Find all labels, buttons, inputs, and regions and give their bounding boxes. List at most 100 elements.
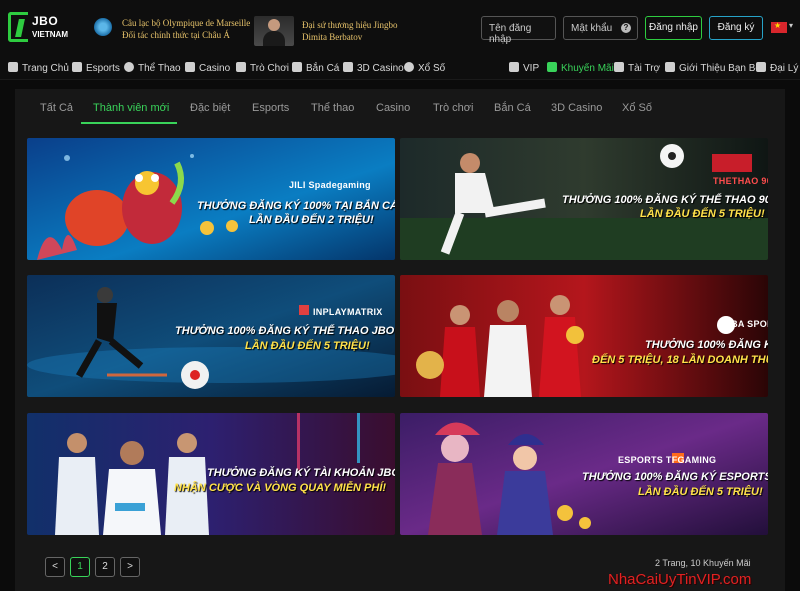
promo1-line1: THƯỞNG ĐĂNG KÝ 100% TẠI BẮN CÁ: [197, 200, 395, 212]
diamond-icon: [509, 62, 519, 72]
cube-icon: [343, 62, 353, 72]
promo4-line2: ĐẾN 5 TRIỆU, 18 LẦN DOANH THU: [592, 354, 768, 366]
tab-special[interactable]: Đặc biệt: [190, 102, 230, 114]
nav-lottery[interactable]: Xổ Số: [404, 62, 445, 74]
nav-fishing[interactable]: Bắn Cá: [292, 62, 339, 74]
partner-marseille[interactable]: Câu lạc bộ Olympique de Marseille Đối tá…: [92, 16, 250, 42]
promo2-brand: THETHAO 90: [713, 176, 768, 186]
tab-new-members[interactable]: Thành viên mới: [93, 102, 169, 114]
cards-icon: [185, 62, 195, 72]
ambassador-photo: [254, 16, 294, 46]
promo1-line2: LẦN ĐẦU ĐẾN 2 TRIỆU!: [249, 214, 374, 226]
chevron-down-icon[interactable]: ▾: [789, 21, 793, 30]
nav-esports-label: Esports: [86, 63, 120, 74]
nav-fishing-label: Bắn Cá: [306, 63, 340, 74]
vietnam-flag-icon[interactable]: [771, 21, 787, 33]
slot-machine-icon: [236, 62, 246, 72]
nav-promo-label: Khuyến Mãi: [561, 63, 614, 74]
password-help-icon[interactable]: ?: [621, 23, 631, 33]
password-placeholder: Mật khẩu: [571, 23, 613, 34]
site-watermark: NhaCaiUyTinVIP.com: [608, 571, 752, 588]
promo3-line2: LẦN ĐẦU ĐẾN 5 TRIỆU!: [245, 340, 370, 352]
nav-referral-label: Giới Thiệu Bạn Bè: [679, 63, 761, 74]
nav-sponsor-label: Tài Trợ: [628, 63, 661, 74]
nav-casino[interactable]: Casino: [185, 62, 230, 74]
tab-fishing[interactable]: Bắn Cá: [494, 102, 531, 114]
promo4-line1: THƯỞNG 100% ĐĂNG KÝ: [645, 339, 768, 351]
nav-promo[interactable]: Khuyến Mãi: [547, 62, 614, 74]
promo5-line1: THƯỞNG ĐĂNG KÝ TÀI KHOẢN JBO: [207, 467, 395, 479]
pagination-prev-button[interactable]: <: [45, 557, 65, 577]
logo-text: JBO: [32, 14, 59, 28]
promo6-brand: ESPORTS TFGAMING: [618, 455, 717, 465]
nav-agent-label: Đại Lý: [770, 63, 799, 74]
nav-lottery-label: Xổ Số: [418, 63, 446, 74]
promo-banner-fishing-art: [27, 138, 395, 260]
promo-card-inplaymatrix[interactable]: INPLAYMATRIX THƯỞNG 100% ĐĂNG KÝ THỂ THA…: [27, 275, 395, 397]
promo-card-thethao90[interactable]: THETHAO 90 THƯỞNG 100% ĐĂNG KÝ THỂ THAO …: [400, 138, 768, 260]
jbo-logo[interactable]: JBO VIETNAM: [8, 12, 68, 46]
nav-casino-label: Casino: [199, 63, 231, 74]
nav-sponsor[interactable]: Tài Trợ: [614, 62, 660, 74]
pagination-summary: 2 Trang, 10 Khuyến Mãi: [655, 558, 751, 568]
nav-games-label: Trò Chơi: [250, 63, 289, 74]
pagination-page-2[interactable]: 2: [95, 557, 115, 577]
nav-casino3d-label: 3D Casino: [357, 63, 404, 74]
tab-casino3d[interactable]: 3D Casino: [551, 102, 602, 114]
marseille-crest-icon: [92, 16, 114, 42]
nav-esports[interactable]: Esports: [72, 62, 120, 74]
active-tab-indicator: [81, 122, 177, 124]
home-icon: [8, 62, 18, 72]
nav-vip[interactable]: VIP: [509, 62, 539, 74]
gift-icon: [547, 62, 557, 72]
main-nav: Trang Chủ Esports Thể Thao Casino Trò Ch…: [0, 56, 800, 80]
nav-sports[interactable]: Thể Thao: [124, 62, 181, 74]
promo6-line2: LẦN ĐẦU ĐẾN 5 TRIỆU!: [638, 486, 763, 498]
tab-esports[interactable]: Esports: [252, 102, 289, 114]
login-button[interactable]: Đăng nhập: [645, 16, 702, 40]
gamepad-icon: [72, 62, 82, 72]
nav-agent[interactable]: Đại Lý: [756, 62, 798, 74]
nav-referral[interactable]: Giới Thiệu Bạn Bè: [665, 62, 761, 74]
promo-card-esports[interactable]: ESPORTS TFGAMING THƯỞNG 100% ĐĂNG KÝ ESP…: [400, 413, 768, 535]
promo3-line1: THƯỞNG 100% ĐĂNG KÝ THỂ THAO JBO: [175, 325, 395, 337]
promo-banner-saba-art: [400, 275, 768, 397]
logo-subtext: VIETNAM: [32, 30, 68, 39]
nav-home-label: Trang Chủ: [22, 63, 69, 74]
promo-card-jbo-account[interactable]: THƯỞNG ĐĂNG KÝ TÀI KHOẢN JBO NHẬN CƯỢC V…: [27, 413, 395, 535]
promo-card-fishing[interactable]: JILI Spadegaming THƯỞNG ĐĂNG KÝ 100% TẠI…: [27, 138, 395, 260]
nav-games[interactable]: Trò Chơi: [236, 62, 289, 74]
username-input[interactable]: Tên đăng nhập: [481, 16, 556, 45]
top-header: JBO VIETNAM Câu lạc bộ Olympique de Mars…: [0, 0, 800, 56]
promo3-brand: INPLAYMATRIX: [313, 307, 383, 317]
tab-all[interactable]: Tất Cả: [40, 102, 73, 114]
summary-count: 10 Khuyến Mãi: [690, 558, 751, 568]
username-placeholder: Tên đăng nhập: [489, 23, 532, 45]
agent-icon: [756, 62, 766, 72]
jbo-logo-mark-icon: [8, 12, 28, 42]
promo1-brand: JILI Spadegaming: [289, 180, 371, 190]
password-input[interactable]: Mật khẩu ?: [563, 16, 638, 40]
trophy-icon: [614, 62, 624, 72]
tab-sports[interactable]: Thể thao: [311, 102, 354, 114]
lottery-ball-icon: [404, 62, 414, 72]
nav-home[interactable]: Trang Chủ: [8, 62, 69, 74]
promo-card-saba[interactable]: SABA SPORTS THƯỞNG 100% ĐĂNG KÝ ĐẾN 5 TR…: [400, 275, 768, 397]
pagination-next-button[interactable]: >: [120, 557, 140, 577]
nav-sports-label: Thể Thao: [138, 63, 181, 74]
nav-casino3d[interactable]: 3D Casino: [343, 62, 404, 74]
tab-casino[interactable]: Casino: [376, 102, 410, 114]
pagination-page-1[interactable]: 1: [70, 557, 90, 577]
promo2-line1: THƯỞNG 100% ĐĂNG KÝ THỂ THAO 90: [562, 194, 768, 206]
soccer-ball-icon: [124, 62, 134, 72]
promo6-line1: THƯỞNG 100% ĐĂNG KÝ ESPORTS: [582, 471, 768, 483]
register-button[interactable]: Đăng ký: [709, 16, 763, 40]
summary-pages: 2 Trang,: [655, 558, 689, 568]
promotions-panel: Tất Cả Thành viên mới Đặc biệt Esports T…: [15, 89, 785, 591]
promo4-brand: SABA SPORTS: [718, 319, 768, 329]
promo5-line2: NHẬN CƯỢC VÀ VÒNG QUAY MIỄN PHÍ!: [174, 482, 387, 494]
nav-vip-label: VIP: [523, 63, 540, 74]
partner-ambassador[interactable]: Đại sứ thương hiệu Jingbo Dimita Berbato…: [254, 16, 404, 46]
tab-games[interactable]: Trò chơi: [433, 102, 473, 114]
tab-lottery[interactable]: Xổ Số: [622, 102, 652, 114]
